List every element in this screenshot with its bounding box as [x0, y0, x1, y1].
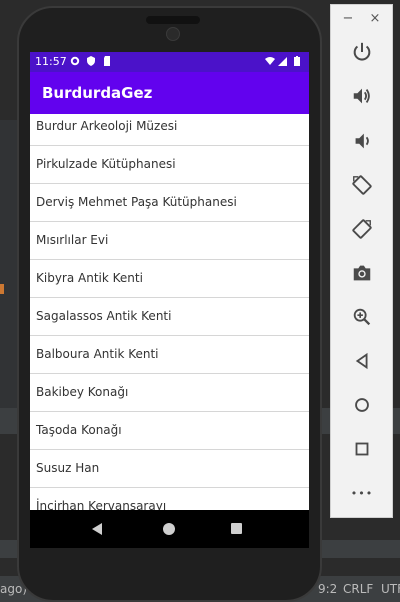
zoom-icon [353, 308, 371, 326]
ide-status-line-ending[interactable]: CRLF [343, 582, 373, 596]
list-item[interactable]: İncirhan Kervansarayı [30, 488, 309, 510]
list-item[interactable]: Sagalassos Antik Kenti [30, 298, 309, 336]
list-item[interactable]: Derviş Mehmet Paşa Kütüphanesi [30, 184, 309, 222]
volume-down-icon [355, 133, 369, 149]
list-item[interactable]: Burdur Arkeoloji Müzesi [30, 114, 309, 146]
emu-back-button[interactable] [347, 346, 377, 376]
list-item[interactable]: Balboura Antik Kenti [30, 336, 309, 374]
settings-icon [70, 56, 80, 66]
signal-icon [278, 57, 287, 66]
battery-icon [294, 56, 300, 66]
ide-status-position[interactable]: 9:2 [318, 582, 337, 596]
rotate-left-button[interactable] [347, 170, 377, 200]
list-item[interactable]: Bakibey Konağı [30, 374, 309, 412]
rotate-left-icon [352, 175, 372, 195]
volume-up-button[interactable] [347, 81, 377, 111]
sd-card-icon [104, 56, 110, 66]
power-icon [353, 42, 371, 61]
android-status-bar: 11:57 [30, 52, 309, 72]
ide-gutter [0, 120, 18, 420]
back-icon[interactable] [92, 523, 102, 535]
list-item[interactable]: Susuz Han [30, 450, 309, 488]
status-time: 11:57 [35, 55, 67, 68]
list-item[interactable]: Kibyra Antik Kenti [30, 260, 309, 298]
emu-overview-button[interactable] [347, 434, 377, 464]
phone-screen: 11:57 BurdurdaGez Burdur Arkeoloji Müzes… [30, 52, 309, 548]
ide-marker [0, 284, 4, 294]
app-title: BurdurdaGez [42, 84, 153, 102]
emulator-phone-frame: 11:57 BurdurdaGez Burdur Arkeoloji Müzes… [17, 6, 322, 602]
volume-down-button[interactable] [347, 126, 377, 156]
volume-up-icon [353, 88, 370, 104]
minimize-button[interactable]: − [341, 11, 355, 26]
shield-icon [87, 56, 95, 66]
power-button[interactable] [347, 37, 377, 67]
wifi-icon [265, 57, 275, 65]
rotate-right-button[interactable] [347, 214, 377, 244]
emulator-toolbar: − × ••• [330, 4, 393, 518]
phone-speaker [146, 16, 200, 24]
camera-icon [353, 265, 371, 281]
phone-camera [166, 27, 180, 41]
more-button[interactable]: ••• [347, 478, 377, 508]
places-list[interactable]: Burdur Arkeoloji Müzesi Pirkulzade Kütüp… [30, 114, 309, 510]
home-icon[interactable] [163, 523, 175, 535]
list-item[interactable]: Pirkulzade Kütüphanesi [30, 146, 309, 184]
screenshot-button[interactable] [347, 258, 377, 288]
zoom-button[interactable] [347, 302, 377, 332]
rotate-right-icon [352, 219, 372, 239]
emu-home-button[interactable] [347, 390, 377, 420]
ide-status-encoding[interactable]: UTF [381, 582, 400, 596]
back-icon [355, 352, 368, 370]
app-bar: BurdurdaGez [30, 72, 309, 114]
overview-icon[interactable] [231, 523, 242, 534]
home-icon [355, 398, 369, 412]
android-nav-bar [30, 510, 309, 548]
overview-icon [355, 442, 369, 456]
list-item[interactable]: Mısırlılar Evi [30, 222, 309, 260]
list-item[interactable]: Taşoda Konağı [30, 412, 309, 450]
close-button[interactable]: × [368, 11, 382, 26]
